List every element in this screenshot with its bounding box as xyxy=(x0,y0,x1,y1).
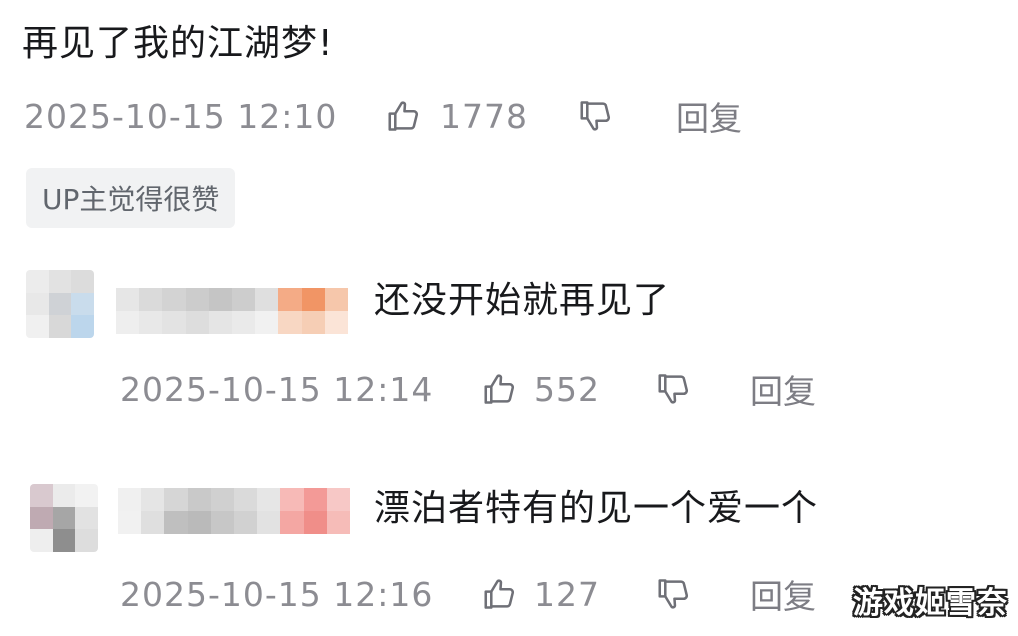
like-count: 127 xyxy=(534,574,600,614)
main-comment-meta: 2025-10-15 12:10 1778 回复 xyxy=(24,93,742,139)
blurred-username[interactable] xyxy=(118,488,350,534)
reply-timestamp: 2025-10-15 12:16 xyxy=(120,574,434,614)
avatar[interactable] xyxy=(26,270,94,338)
like-count: 1778 xyxy=(440,96,528,136)
avatar[interactable] xyxy=(30,484,98,552)
thumbs-up-icon[interactable] xyxy=(384,96,424,136)
reply-meta: 2025-10-15 12:16 127 回复 xyxy=(120,571,816,617)
reply-meta: 2025-10-15 12:14 552 回复 xyxy=(120,366,816,412)
reply-button[interactable]: 回复 xyxy=(750,365,816,413)
main-comment-text: 再见了我的江湖梦! xyxy=(22,23,334,64)
thumbs-up-icon[interactable] xyxy=(480,574,520,614)
blurred-username[interactable] xyxy=(116,288,348,334)
comment-timestamp: 2025-10-15 12:10 xyxy=(24,96,338,136)
reply-timestamp: 2025-10-15 12:14 xyxy=(120,369,434,409)
thumbs-down-icon[interactable] xyxy=(654,369,694,409)
watermark-text: 游戏姬雪奈 xyxy=(853,586,1008,621)
reply-button[interactable]: 回复 xyxy=(750,570,816,618)
thumbs-down-icon[interactable] xyxy=(654,574,694,614)
thumbs-down-icon[interactable] xyxy=(576,96,616,136)
up-liked-badge: UP主觉得很赞 xyxy=(26,168,236,228)
reply-button[interactable]: 回复 xyxy=(676,92,742,140)
comment-section: 再见了我的江湖梦! 2025-10-15 12:10 1778 回复 UP主觉得… xyxy=(0,0,1018,636)
reply-text: 漂泊者特有的见一个爱一个 xyxy=(374,488,819,529)
thumbs-up-icon[interactable] xyxy=(480,369,520,409)
like-count: 552 xyxy=(534,369,600,409)
reply-text: 还没开始就再见了 xyxy=(374,280,671,321)
